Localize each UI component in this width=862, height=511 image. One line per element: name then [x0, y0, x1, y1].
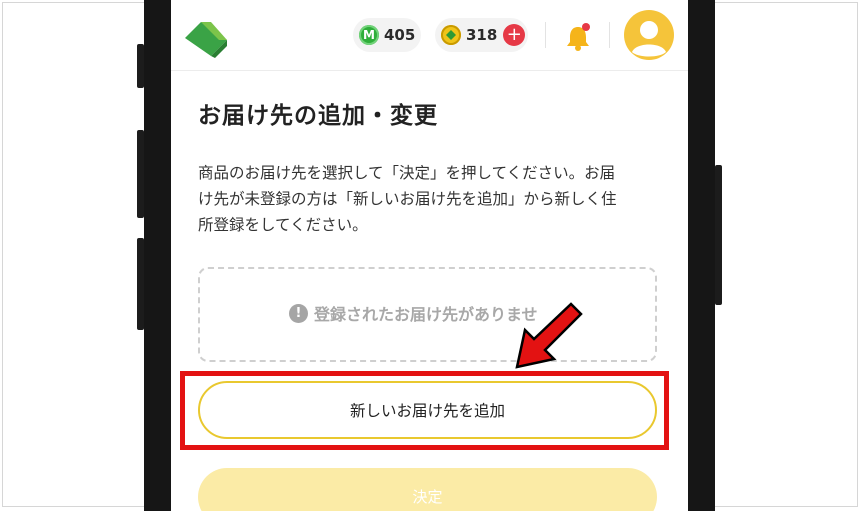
info-icon: !	[289, 303, 308, 323]
phone-side-button	[137, 130, 144, 218]
page-description: 商品のお届け先を選択して「決定」を押してください。お届 け先が未登録の方は「新し…	[198, 160, 668, 238]
header-divider	[545, 22, 546, 48]
decide-button[interactable]: 決定	[198, 468, 657, 511]
phone-side-button	[137, 238, 144, 330]
logo-icon[interactable]	[183, 18, 229, 58]
app-header: M 405 318 +	[171, 0, 688, 71]
highlight-box-annotation	[180, 371, 669, 450]
header-divider	[609, 22, 610, 48]
empty-message-text: 登録されたお届け先がありませ	[314, 305, 538, 324]
m-coin-icon: M	[359, 25, 379, 45]
m-points-value: 405	[384, 26, 416, 44]
description-line: 所登録をしてください。	[198, 216, 368, 234]
coin-icon	[441, 25, 461, 45]
plus-icon[interactable]: +	[503, 24, 526, 46]
coin-balance-badge[interactable]: 318 +	[435, 18, 528, 52]
m-points-badge[interactable]: M 405	[353, 18, 421, 52]
empty-message: ! 登録されたお届け先がありませ	[289, 301, 538, 325]
description-line: 商品のお届け先を選択して「決定」を押してください。お届	[198, 164, 616, 182]
avatar-icon[interactable]	[624, 10, 674, 60]
description-line: け先が未登録の方は「新しいお届け先を追加」から新しく住	[198, 190, 617, 208]
bell-icon[interactable]	[564, 22, 592, 52]
phone-side-button	[715, 165, 722, 305]
arrow-annotation	[515, 302, 583, 369]
coin-balance-value: 318	[466, 26, 498, 44]
page-title: お届け先の追加・変更	[198, 103, 438, 129]
phone-side-button	[137, 44, 144, 88]
